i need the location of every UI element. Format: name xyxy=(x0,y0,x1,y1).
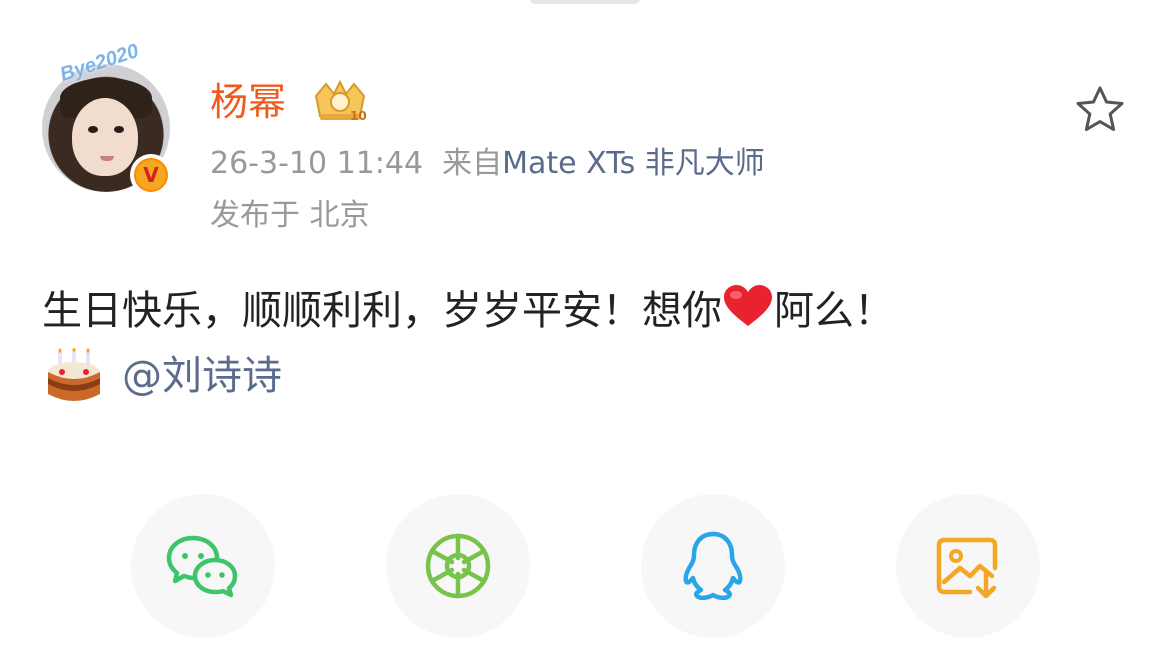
share-qq-button[interactable] xyxy=(641,494,785,638)
save-image-button[interactable] xyxy=(896,494,1040,638)
post-body: 生日快乐，顺顺利利，岁岁平安！想你 阿么！ xyxy=(42,284,894,334)
verified-badge: V xyxy=(130,154,172,196)
heart-emoji-icon xyxy=(724,285,772,326)
author-name[interactable]: 杨幂 xyxy=(210,78,286,126)
post-meta: 26-3-10 11:44 来自Mate XTs 非凡大师 xyxy=(210,144,765,184)
avatar-face xyxy=(72,98,138,176)
post-timestamp: 26-3-10 11:44 xyxy=(210,146,424,181)
mention-link[interactable]: @刘诗诗 xyxy=(122,352,282,400)
source-prefix: 来自 xyxy=(442,146,503,181)
moments-icon xyxy=(425,533,491,599)
save-image-icon xyxy=(936,537,998,599)
drag-handle[interactable] xyxy=(530,0,640,4)
avatar-eye xyxy=(88,126,98,133)
verified-badge-icon: V xyxy=(134,158,168,192)
qq-icon xyxy=(683,531,743,601)
post-source[interactable]: Mate XTs 非凡大师 xyxy=(502,146,765,181)
post-location: 发布于 北京 xyxy=(210,198,370,233)
vip-level: 10 xyxy=(350,109,367,123)
wechat-icon xyxy=(166,535,238,598)
avatar-eye xyxy=(114,126,124,133)
post-share-sheet: Bye2020 V 杨幂 10 26-3-10 11:44 来自Mate XTs… xyxy=(0,0,1169,658)
vip-crown-badge-icon[interactable]: 10 xyxy=(312,80,368,124)
post-text-part2: 阿么！ xyxy=(774,288,894,334)
share-moments-button[interactable] xyxy=(386,494,530,638)
post-text-part1: 生日快乐，顺顺利利，岁岁平安！想你 xyxy=(42,288,722,334)
favorite-star-icon[interactable] xyxy=(1074,84,1126,134)
birthday-cake-emoji-icon xyxy=(48,348,100,401)
share-wechat-button[interactable] xyxy=(131,494,275,638)
